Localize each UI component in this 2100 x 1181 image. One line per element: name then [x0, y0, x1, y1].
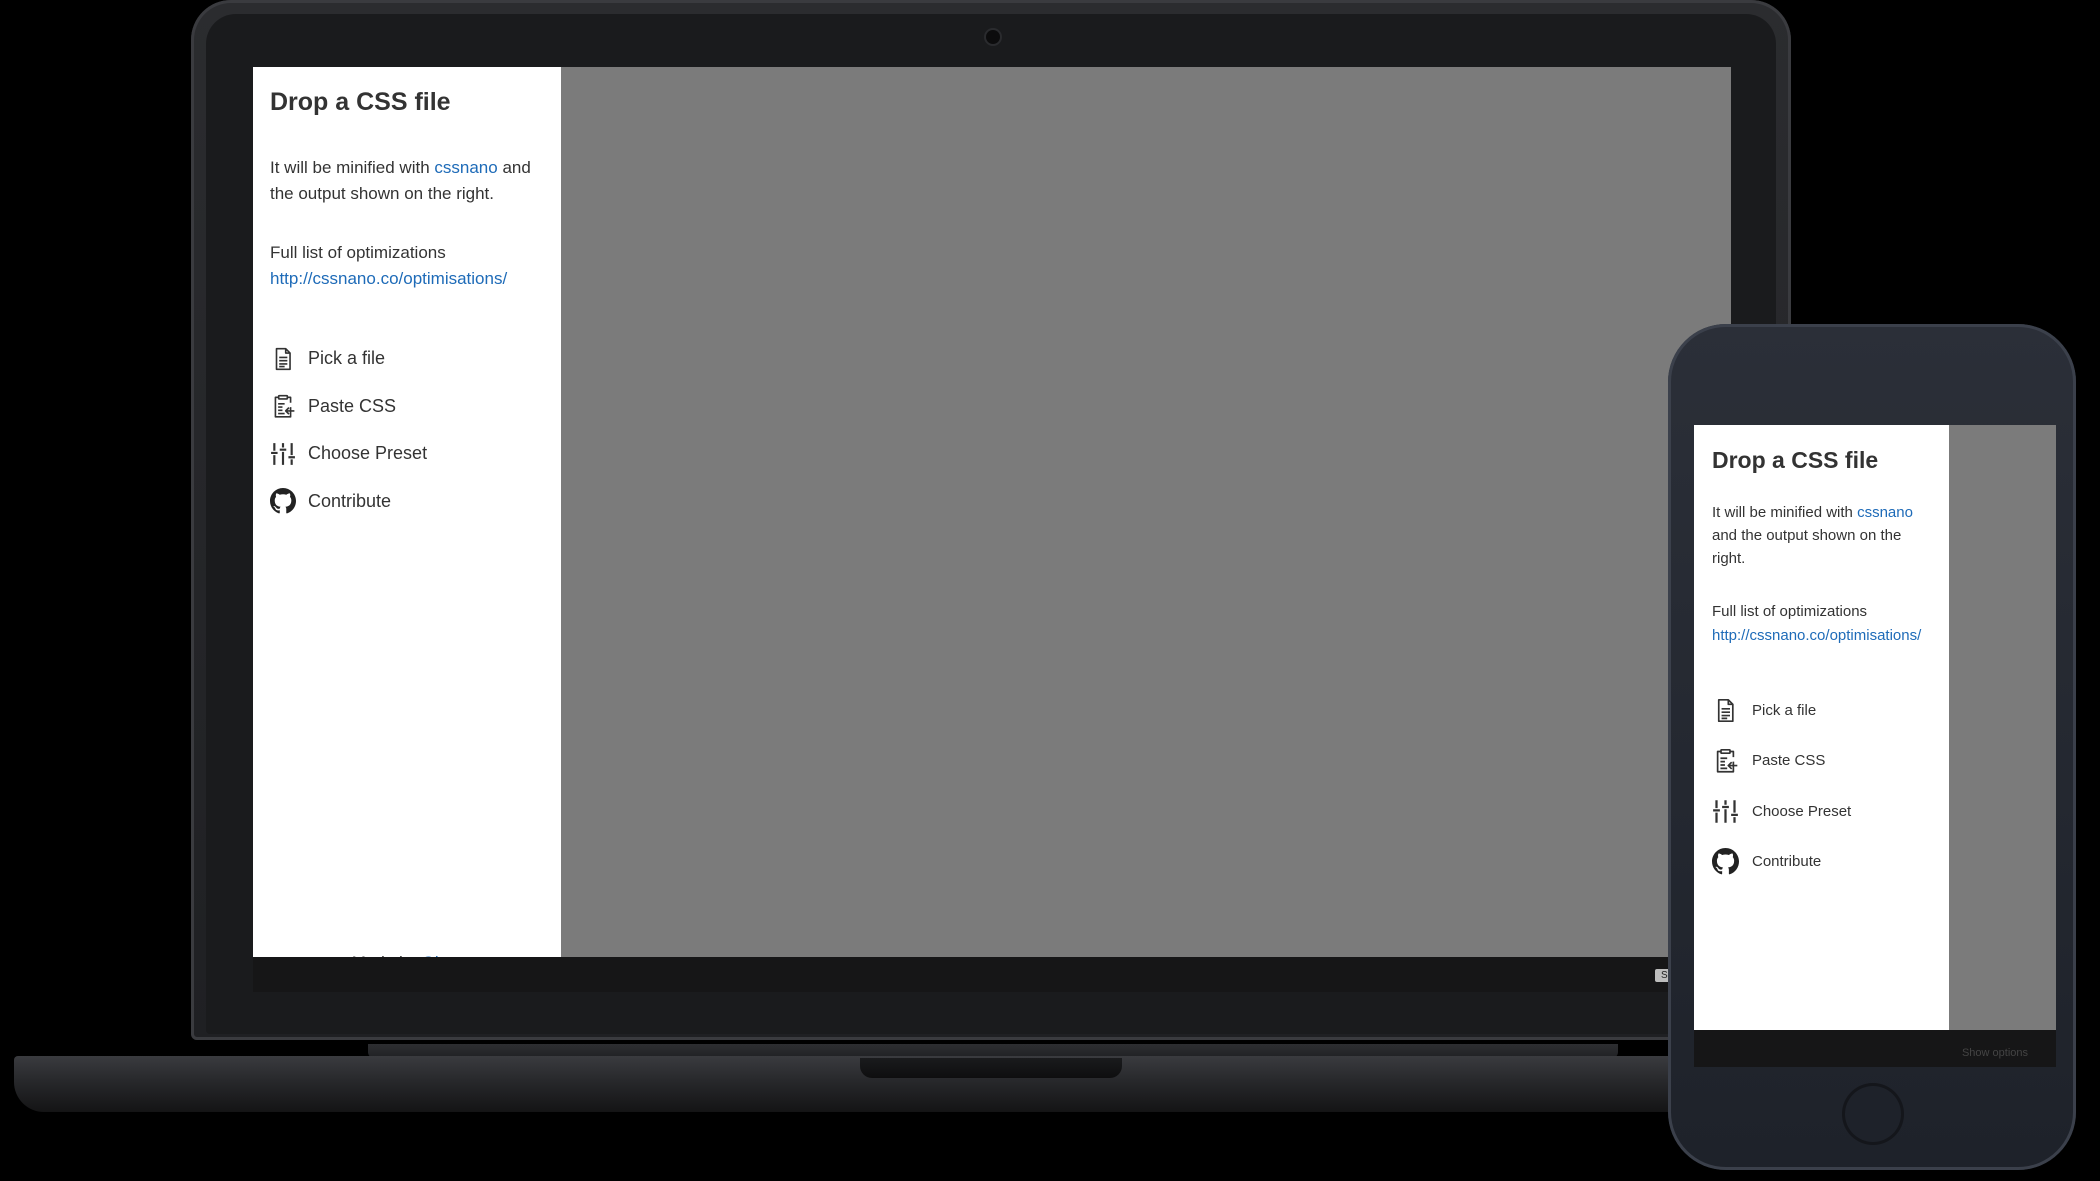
action-list: Pick a file Paste CSS Choose Preset Cont… — [270, 335, 544, 525]
choose-preset-label-mobile: Choose Preset — [1752, 802, 1852, 820]
pick-file-button[interactable]: Pick a file — [270, 335, 544, 383]
sidebar-panel: Drop a CSS file It will be minified with… — [253, 67, 561, 991]
github-icon — [1712, 848, 1739, 875]
sliders-icon — [1712, 798, 1739, 825]
pick-file-label: Pick a file — [308, 348, 386, 369]
contribute-label: Contribute — [308, 490, 392, 511]
cssnano-link[interactable]: cssnano — [434, 158, 497, 177]
page-title-mobile: Drop a CSS file — [1712, 447, 1879, 473]
paste-css-button-mobile[interactable]: Paste CSS — [1712, 735, 1931, 786]
phone-home-button — [1842, 1083, 1904, 1145]
output-bottom-bar: Show options — [253, 957, 1731, 992]
optimizations-link-mobile[interactable]: http://cssnano.co/optimisations/ — [1712, 627, 1921, 644]
pick-file-label-mobile: Pick a file — [1752, 701, 1817, 719]
choose-preset-button-mobile[interactable]: Choose Preset — [1712, 786, 1931, 837]
cssnano-link-mobile[interactable]: cssnano — [1857, 504, 1913, 521]
contribute-link-mobile[interactable]: Contribute — [1712, 836, 1931, 887]
optimizations-text-mobile: Full list of optimizations http://cssnano… — [1712, 600, 1931, 647]
clipboard-icon — [1712, 747, 1739, 774]
contribute-link[interactable]: Contribute — [270, 478, 544, 526]
laptop-notch — [860, 1058, 1122, 1078]
clipboard-icon — [270, 393, 296, 419]
laptop-screen: Drop a CSS file It will be minified with… — [253, 67, 1731, 992]
action-list-mobile: Pick a file Paste CSS Choose Preset Cont… — [1712, 685, 1931, 887]
phone-screen: Drop a CSS file It will be minified with… — [1694, 425, 2056, 1067]
file-icon — [270, 346, 296, 372]
optimizations-link[interactable]: http://cssnano.co/optimisations/ — [270, 269, 507, 288]
pick-file-button-mobile[interactable]: Pick a file — [1712, 685, 1931, 736]
optimizations-label-mobile: Full list of optimizations — [1712, 603, 1868, 621]
page-title: Drop a CSS file — [270, 88, 451, 116]
paste-css-label: Paste CSS — [308, 395, 397, 416]
laptop-camera — [986, 30, 1000, 44]
github-icon — [270, 488, 296, 514]
choose-preset-button[interactable]: Choose Preset — [270, 430, 544, 478]
optimizations-label: Full list of optimizations — [270, 243, 446, 262]
paste-css-button[interactable]: Paste CSS — [270, 383, 544, 431]
paste-css-label-mobile: Paste CSS — [1752, 752, 1826, 770]
contribute-label-mobile: Contribute — [1752, 853, 1822, 871]
sliders-icon — [270, 441, 296, 467]
sidebar-panel-mobile: Drop a CSS file It will be minified with… — [1694, 425, 1949, 1067]
show-options-button-mobile[interactable]: Show options — [1962, 1047, 2028, 1059]
output-bottom-bar-mobile: Show options — [1694, 1030, 2056, 1067]
intro-text-mobile: It will be minified with cssnano and the… — [1712, 503, 1913, 568]
optimizations-text: Full list of optimizations http://cssnano… — [270, 240, 544, 291]
choose-preset-label: Choose Preset — [308, 443, 428, 464]
intro-text: It will be minified with cssnano and the… — [270, 158, 531, 203]
file-icon — [1712, 697, 1739, 724]
